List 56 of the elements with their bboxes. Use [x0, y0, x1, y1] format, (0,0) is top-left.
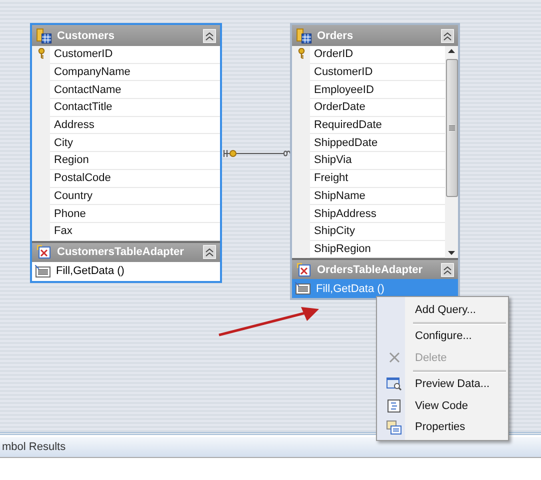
- column-row[interactable]: Country: [32, 188, 220, 206]
- menu-item[interactable]: Configure...: [379, 326, 506, 347]
- scroll-thumb[interactable]: [446, 59, 458, 198]
- column-row[interactable]: Freight: [292, 170, 445, 188]
- adapter-title: OrdersTableAdapter: [317, 264, 424, 276]
- column-row[interactable]: OrderID: [292, 46, 445, 64]
- table-title: Orders: [317, 30, 354, 42]
- column-row[interactable]: PostalCode: [32, 170, 220, 188]
- sql-icon: [35, 264, 51, 278]
- column-row[interactable]: Address: [32, 116, 220, 134]
- key-icon: [38, 48, 44, 59]
- collapse-button[interactable]: [441, 28, 454, 42]
- column-row[interactable]: ShipName: [292, 188, 445, 206]
- relation-line: [222, 149, 290, 158]
- column-row[interactable]: Phone: [32, 205, 220, 223]
- column-row[interactable]: ContactName: [32, 81, 220, 100]
- column-row[interactable]: CustomerID: [32, 46, 220, 64]
- column-row[interactable]: Fax: [32, 222, 220, 241]
- menu-item[interactable]: Properties: [379, 416, 506, 438]
- menu-item[interactable]: Preview Data...: [379, 374, 506, 395]
- column-row[interactable]: ShipRegion: [292, 240, 445, 258]
- properties-icon: [386, 420, 402, 435]
- key-icon: [298, 48, 304, 59]
- adapter-icon: [36, 244, 52, 260]
- collapse-button[interactable]: [441, 262, 454, 277]
- grip-icon: [448, 125, 454, 132]
- column-row[interactable]: RequiredDate: [292, 116, 445, 134]
- column-row[interactable]: ShippedDate: [292, 134, 445, 152]
- column-row[interactable]: ContactTitle: [32, 99, 220, 117]
- sql-icon: [295, 282, 311, 296]
- column-row[interactable]: ShipCity: [292, 222, 445, 241]
- collapse-button[interactable]: [203, 245, 216, 260]
- menu-item[interactable]: Add Query...: [379, 299, 506, 320]
- column-row[interactable]: Region: [32, 152, 220, 170]
- column-row[interactable]: City: [32, 134, 220, 152]
- scroll-down-icon[interactable]: [448, 251, 455, 256]
- adapter-icon: [296, 262, 312, 278]
- grid-magnifier-icon: [386, 377, 402, 392]
- collapse-button[interactable]: [203, 28, 216, 42]
- scroll-up-icon[interactable]: [448, 49, 455, 53]
- menu-item[interactable]: View Code: [379, 395, 506, 416]
- table-icon: [296, 28, 312, 44]
- code-icon: [387, 398, 401, 413]
- column-row[interactable]: ShipVia: [292, 152, 445, 170]
- column-row[interactable]: ShipAddress: [292, 205, 445, 223]
- column-row[interactable]: CompanyName: [32, 64, 220, 82]
- table-title: Customers: [57, 30, 116, 42]
- column-row[interactable]: EmployeeID: [292, 81, 445, 100]
- table-card[interactable]: Orders OrderID CustomerID EmployeeID OrderDate RequiredDate ShippedDate ShipVia Freight ShipName ShipAddress ShipCity ShipRegion OrdersTableAdapter Fill,GetData (): [290, 23, 460, 300]
- column-row[interactable]: CustomerID: [292, 64, 445, 82]
- table-icon: [36, 28, 52, 44]
- panel-tab[interactable]: mbol Results: [0, 441, 66, 453]
- adapter-title: CustomersTableAdapter: [57, 246, 185, 258]
- table-card[interactable]: Customers CustomerID CompanyName ContactName ContactTitle Address City Region PostalCode Country Phone Fax CustomersTableAdapter Fill,GetData (): [30, 23, 222, 283]
- close-icon: [388, 352, 400, 364]
- column-row[interactable]: OrderDate: [292, 99, 445, 117]
